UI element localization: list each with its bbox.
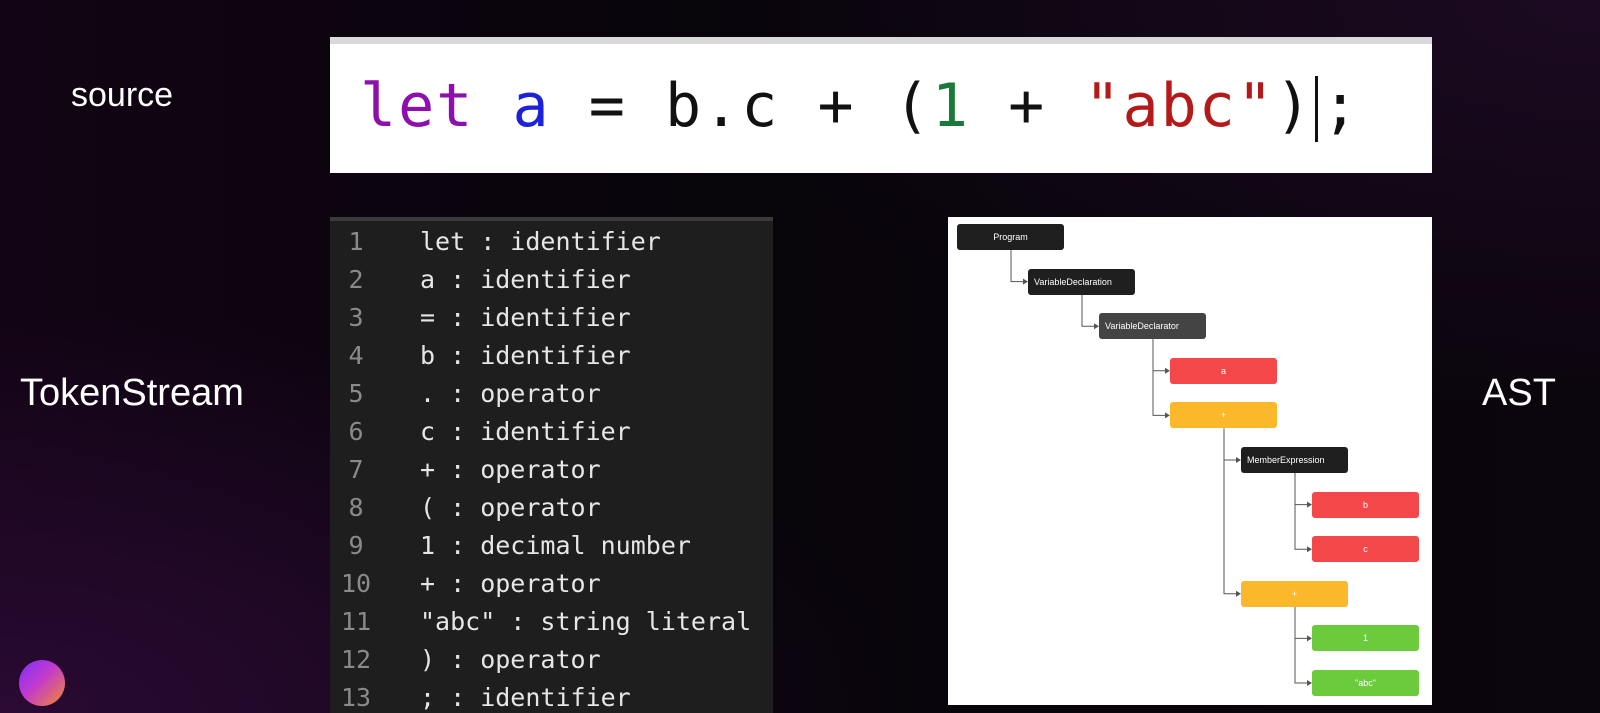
ast-label: AST <box>1482 372 1556 414</box>
token-entry: ( : operator <box>420 493 601 522</box>
source-token: ) <box>1274 71 1314 141</box>
ast-edge <box>1294 606 1308 639</box>
line-number: 3 <box>348 303 364 332</box>
source-token: ; <box>1322 71 1361 141</box>
ast-edge <box>1010 250 1024 283</box>
ast-node-program: Program <box>957 224 1064 250</box>
ast-edge <box>1294 473 1308 550</box>
line-number: 8 <box>348 493 364 522</box>
ast-node-member: MemberExpression <box>1241 447 1348 473</box>
token-entry: "abc" : string literal <box>420 607 752 636</box>
token-entry: . : operator <box>420 379 601 408</box>
source-token: "abc" <box>1084 71 1275 141</box>
token-entry: + : operator <box>420 455 601 484</box>
line-number: 7 <box>348 455 364 484</box>
line-number: 12 <box>340 645 372 674</box>
ast-node-one: 1 <box>1312 625 1419 652</box>
source-token: a <box>512 71 551 141</box>
line-number: 6 <box>348 417 364 446</box>
token-entry: a : identifier <box>420 265 631 294</box>
token-stream-panel: 1 let : identifier 2 a : identifier 3 = : ide… <box>330 217 773 713</box>
source-token: let <box>360 71 475 141</box>
ast-node-c: c <box>1312 536 1419 563</box>
ast-node-b: b <box>1312 491 1419 518</box>
ast-node-plus1: + <box>1170 402 1277 429</box>
source-code-panel: let a = b.c + (1 + "abc"); <box>330 37 1432 173</box>
ast-edge <box>1294 473 1308 506</box>
source-token: = b.c + ( <box>550 71 932 141</box>
token-entry: ) : operator <box>420 645 601 674</box>
ast-edge <box>1081 294 1095 327</box>
source-token: 1 <box>931 71 970 141</box>
token-entry: c : identifier <box>420 417 631 446</box>
token-stream-label: TokenStream <box>20 372 244 414</box>
source-token <box>474 71 512 141</box>
ast-edge <box>1152 339 1166 416</box>
ast-edge <box>1152 339 1166 372</box>
line-number: 9 <box>348 531 364 560</box>
ast-node-plus2: + <box>1241 580 1348 607</box>
ast-edge <box>1223 428 1237 461</box>
token-entry: b : identifier <box>420 341 631 370</box>
token-entry: + : operator <box>420 569 601 598</box>
ast-edge <box>1294 606 1308 684</box>
ast-diagram-panel: Program VariableDeclaration VariableDeclar… <box>948 217 1432 705</box>
brand-logo <box>19 660 65 706</box>
line-number: 10 <box>340 569 372 598</box>
token-entry: let : identifier <box>420 227 661 256</box>
line-number: 5 <box>348 379 364 408</box>
source-label: source <box>71 76 174 114</box>
line-number: 1 <box>348 227 364 256</box>
line-number: 13 <box>340 683 372 712</box>
source-token: + <box>969 71 1085 141</box>
token-entry: ; : identifier <box>420 683 631 712</box>
ast-node-a: a <box>1170 357 1277 384</box>
ast-node-vardecl: VariableDeclaration <box>1028 268 1135 295</box>
token-entry: 1 : decimal number <box>420 531 691 560</box>
text-cursor <box>1315 76 1319 143</box>
ast-node-vardeclor: VariableDeclarator <box>1099 313 1206 340</box>
token-entry: = : identifier <box>420 303 631 332</box>
line-number: 4 <box>348 341 364 370</box>
line-number: 2 <box>348 265 364 294</box>
ast-edge <box>1223 428 1237 595</box>
ast-node-abc: "abc" <box>1312 670 1419 696</box>
line-number: 11 <box>340 607 372 636</box>
source-code-line: let a = b.c + (1 + "abc"); <box>360 66 1360 146</box>
